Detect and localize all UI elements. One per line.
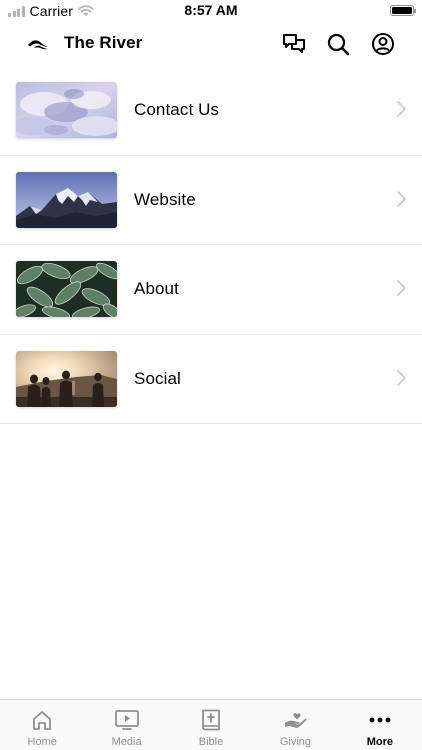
chevron-right-icon (397, 190, 406, 207)
snowy-mountain-photo (16, 171, 117, 228)
tab-label: Media (111, 736, 142, 748)
list-item-label: About (134, 279, 179, 298)
battery-icon (390, 5, 416, 16)
tab-more[interactable]: More (338, 700, 422, 750)
list-item-website[interactable]: Website (0, 156, 422, 245)
status-time: 8:57 AM (184, 2, 238, 18)
list-item-label: Contact Us (134, 100, 220, 119)
media-play-icon (114, 710, 139, 730)
list-item-label: Website (134, 189, 196, 209)
bible-icon (202, 709, 220, 731)
tab-bible[interactable]: Bible (169, 700, 253, 750)
list-item-contact-us[interactable]: Contact Us (0, 66, 422, 156)
green-leaves-image (16, 261, 117, 317)
snowy-mountain-image (16, 171, 117, 228)
cloudy-sky-photo (16, 82, 117, 138)
tab-label: Giving (279, 736, 312, 748)
giving-hand-icon (285, 713, 307, 728)
messages-button[interactable] (281, 31, 307, 57)
list-item-label: Social (134, 368, 181, 388)
search-button[interactable] (325, 31, 351, 57)
tab-label: Home (27, 736, 57, 748)
battery-level (392, 7, 412, 14)
chevron-right-icon (397, 280, 406, 296)
list-item-social[interactable]: Social (0, 335, 422, 424)
home-icon (33, 711, 52, 730)
user-profile-icon (372, 33, 394, 55)
list-item-about[interactable]: About (0, 245, 422, 335)
tab-media[interactable]: Media (84, 700, 168, 750)
river-logo-icon[interactable] (27, 34, 49, 54)
friends-sunset-photo (16, 350, 117, 407)
cloudy-sky-image (16, 82, 117, 138)
tab-label: Bible (198, 736, 224, 748)
app-title: The River (64, 33, 143, 52)
more-dots-icon (369, 717, 391, 723)
chat-bubbles-icon (283, 34, 305, 53)
tab-home[interactable]: Home (0, 700, 84, 750)
chevron-right-icon (397, 369, 406, 386)
friends-sunset-image (16, 350, 117, 407)
status-bar: Carrier 8:57 AM (0, 0, 422, 22)
search-icon (327, 33, 350, 56)
chevron-right-icon (397, 101, 406, 117)
profile-button[interactable] (370, 31, 396, 57)
tab-label: More (366, 736, 393, 748)
tab-giving[interactable]: Giving (253, 700, 337, 750)
green-leaves-photo (16, 261, 117, 317)
more-menu-list: Contact Us Website About Social (0, 66, 422, 424)
app-header: The River (0, 22, 422, 66)
tab-bar: Home Media Bible Giving More (0, 699, 422, 750)
